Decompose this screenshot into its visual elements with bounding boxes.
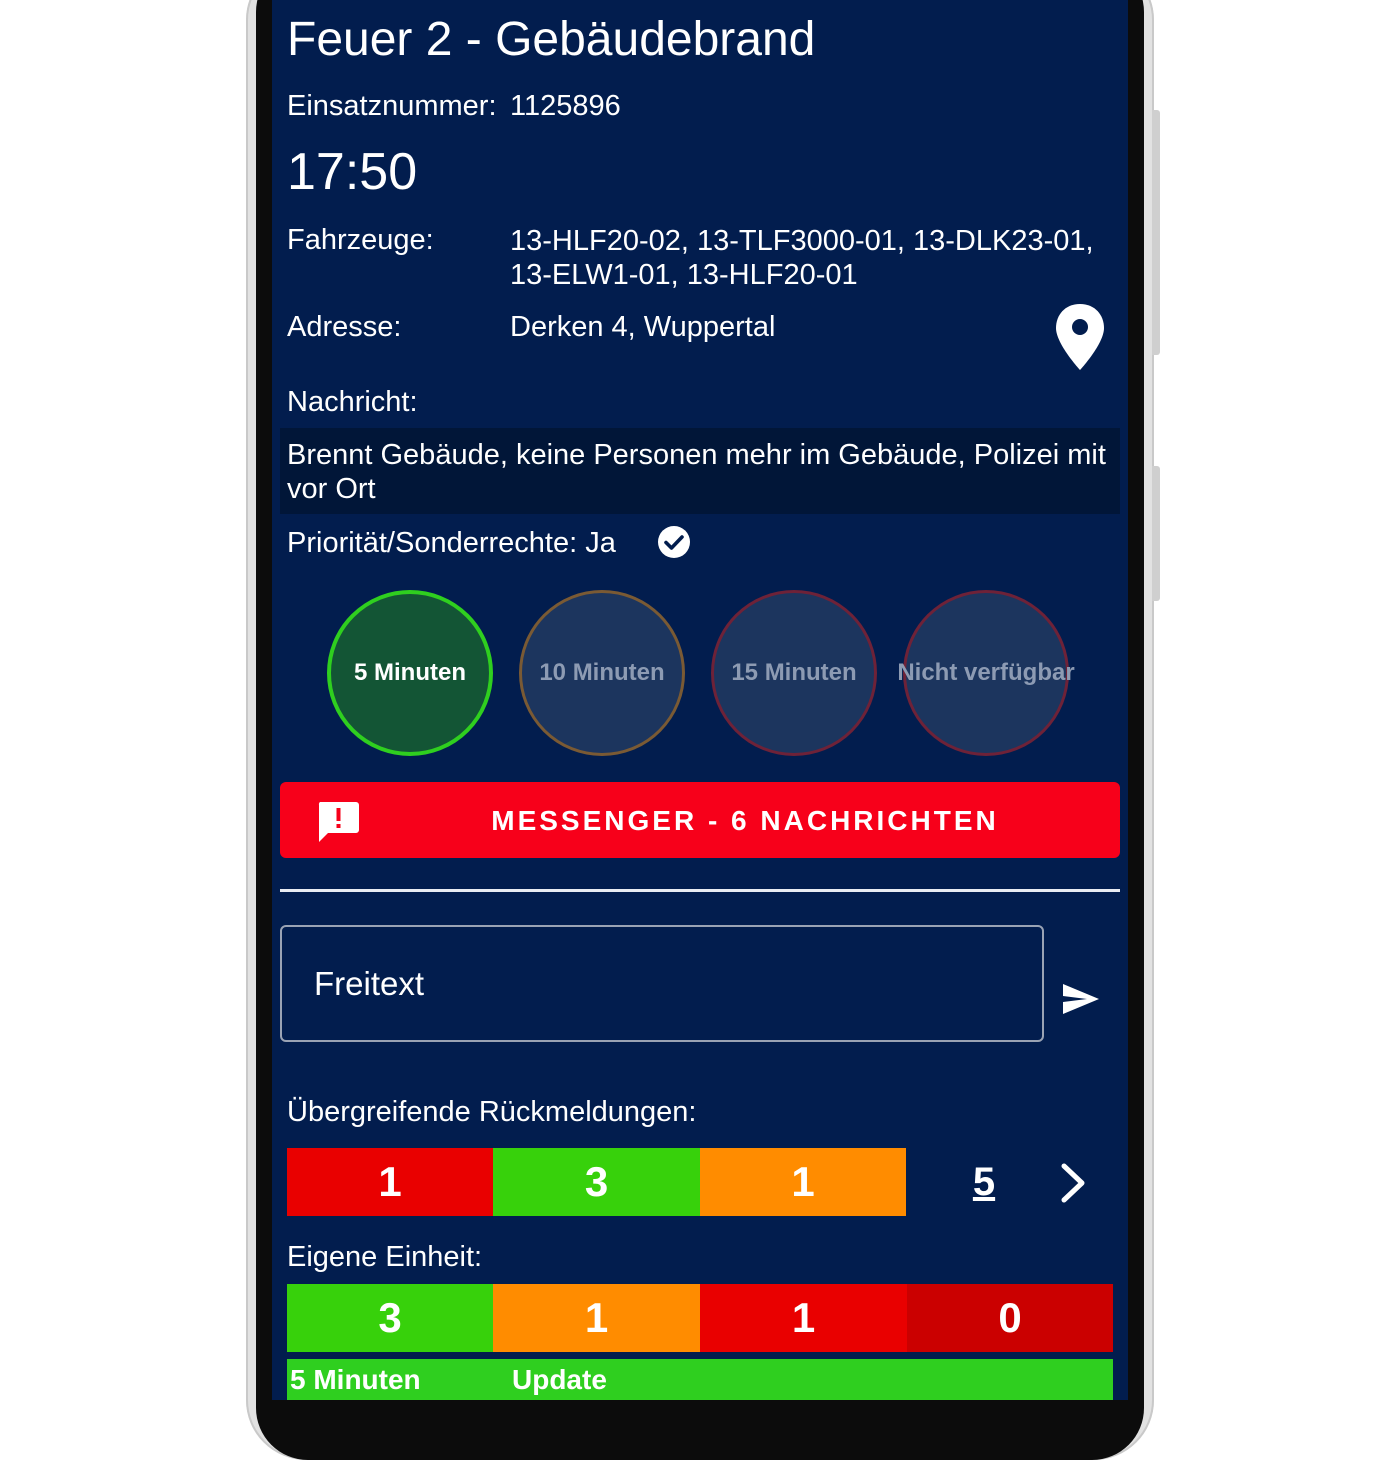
eta-option-label: 15 Minuten xyxy=(731,659,857,686)
eigene-count-red[interactable]: 1 xyxy=(700,1284,907,1352)
nachricht-text: Brennt Gebäude, keine Personen mehr im G… xyxy=(280,428,1120,514)
freitext-placeholder: Freitext xyxy=(314,965,425,1002)
uebergreifend-label: Übergreifende Rückmeldungen: xyxy=(287,1096,697,1128)
status-update: Update xyxy=(512,1364,607,1395)
uebergreifend-total[interactable]: 5 xyxy=(960,1160,1008,1205)
eta-option-nicht-verfuegbar[interactable]: Nicht verfügbar xyxy=(897,590,1075,756)
check-circle-icon xyxy=(658,526,690,558)
nachricht-label: Nachricht: xyxy=(287,386,418,418)
fahrzeuge-line: 13-HLF20-02, 13-TLF3000-01, 13-DLK23-01, xyxy=(510,225,1094,257)
messenger-button[interactable]: MESSENGER - 6 NACHRICHTEN xyxy=(280,782,1120,858)
divider xyxy=(280,889,1120,892)
eta-option-label: Nicht verfügbar xyxy=(897,659,1075,686)
message-alert-icon xyxy=(318,802,359,842)
prioritaet-label: Priorität/Sonderrechte: Ja xyxy=(287,527,616,559)
uebergreifend-count-red[interactable]: 1 xyxy=(287,1148,493,1216)
fahrzeuge-label: Fahrzeuge: xyxy=(287,224,434,256)
adresse-value: Derken 4, Wuppertal xyxy=(510,311,776,343)
messenger-label: MESSENGER - 6 NACHRICHTEN xyxy=(491,805,999,836)
eta-option-label: 5 Minuten xyxy=(354,659,466,686)
alarm-time: 17:50 xyxy=(287,143,418,201)
map-pin-icon[interactable] xyxy=(1052,302,1108,374)
einsatznummer-label: Einsatznummer: xyxy=(287,90,497,122)
eta-option-label: 10 Minuten xyxy=(539,659,665,686)
einsatznummer-value: 1125896 xyxy=(510,90,621,122)
chevron-right-icon[interactable] xyxy=(1056,1162,1092,1204)
app-screen: Feuer 2 - Gebäudebrand Einsatznummer: 11… xyxy=(272,0,1128,1400)
uebergreifend-count-orange[interactable]: 1 xyxy=(700,1148,906,1216)
incident-title: Feuer 2 - Gebäudebrand xyxy=(287,13,816,66)
fahrzeuge-line: 13-ELW1-01, 13-HLF20-01 xyxy=(510,259,858,291)
eigene-einheit-label: Eigene Einheit: xyxy=(287,1241,483,1273)
power-button xyxy=(1152,466,1160,601)
freitext-input[interactable]: Freitext xyxy=(280,925,1044,1042)
volume-button xyxy=(1152,110,1160,355)
eigene-count-dark-red[interactable]: 0 xyxy=(907,1284,1113,1352)
uebergreifend-count-green[interactable]: 3 xyxy=(493,1148,700,1216)
status-eta: 5 Minuten xyxy=(290,1364,421,1395)
eta-option-10-minuten[interactable]: 10 Minuten xyxy=(519,590,685,756)
send-icon[interactable] xyxy=(1062,982,1100,1016)
eigene-count-orange[interactable]: 1 xyxy=(493,1284,700,1352)
adresse-label: Adresse: xyxy=(287,311,402,343)
eta-option-5-minuten[interactable]: 5 Minuten xyxy=(327,590,493,756)
fahrzeuge-list: 13-HLF20-02, 13-TLF3000-01, 13-DLK23-01,… xyxy=(510,224,1094,292)
eta-option-15-minuten[interactable]: 15 Minuten xyxy=(711,590,877,756)
eigene-count-green[interactable]: 3 xyxy=(287,1284,493,1352)
